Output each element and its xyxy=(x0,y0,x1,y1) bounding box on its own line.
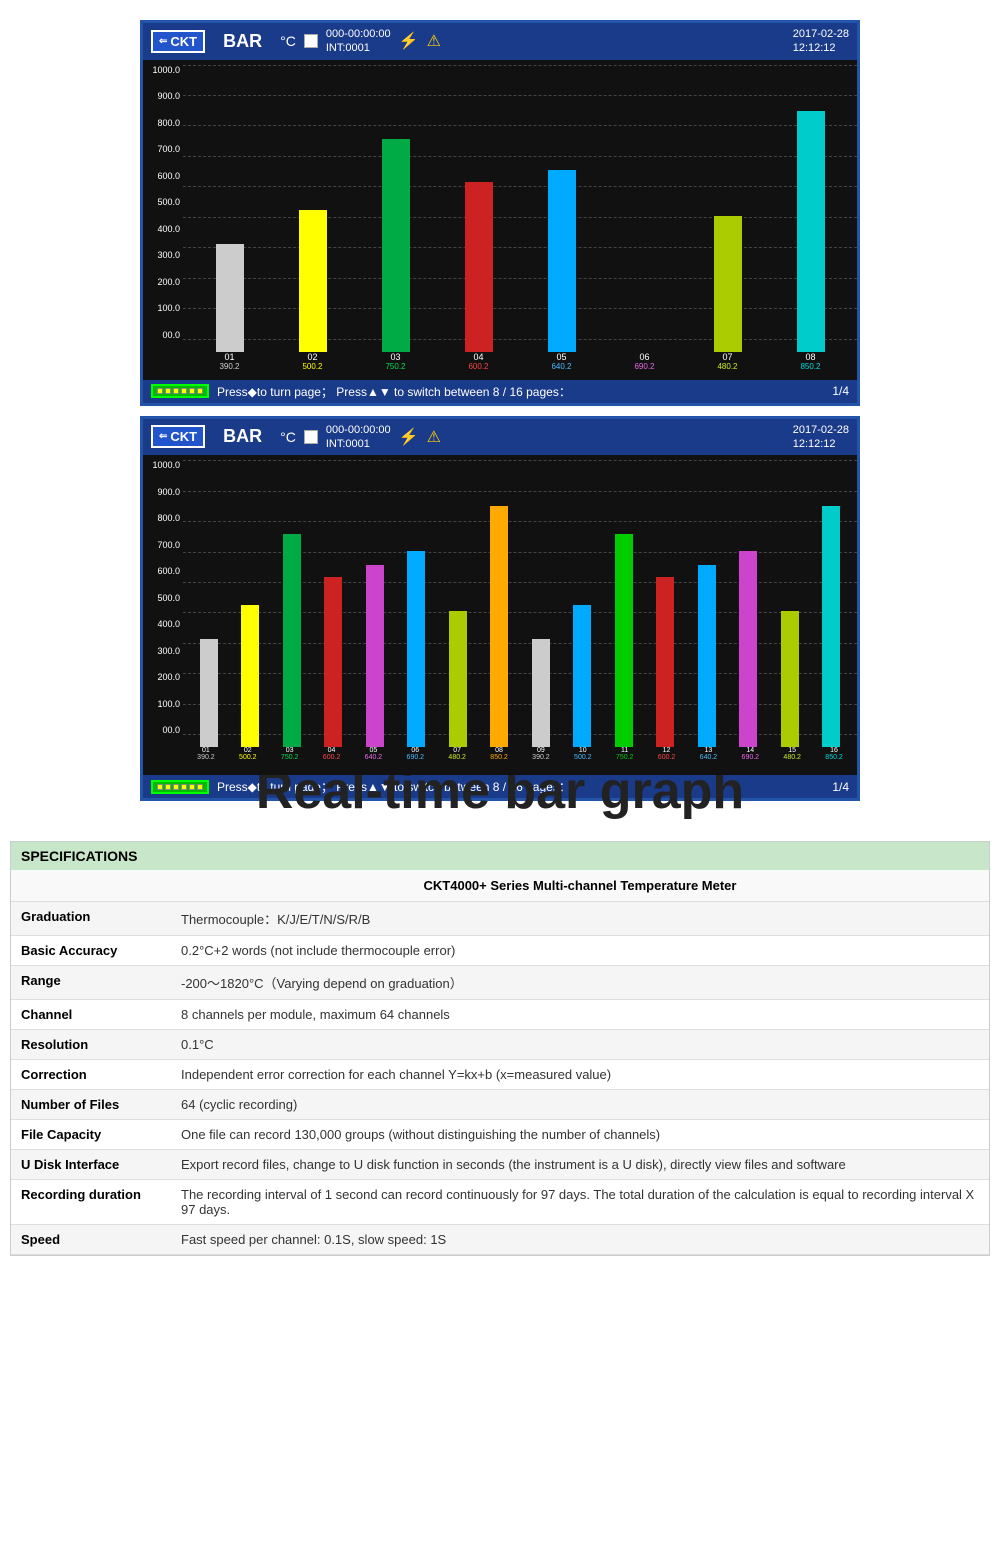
spec-label-0: Graduation xyxy=(11,902,171,936)
chart2-body: 1000.0 900.0 800.0 700.0 600.0 500.0 400… xyxy=(143,455,857,775)
chart2-mode: BAR xyxy=(223,426,262,447)
chart1-mode: BAR xyxy=(223,31,262,52)
chart2-page: 1/4 xyxy=(832,780,849,794)
ckt-arrow-left-2: ⇐ xyxy=(159,431,167,442)
chart1-box: ⇐ CKT BAR °C 000-00:00:00 INT:0001 ⚡ ⚠ 2… xyxy=(140,20,860,406)
bar-5 xyxy=(548,170,576,352)
spec-label-4: Resolution xyxy=(11,1030,171,1060)
ckt-logo-1: ⇐ CKT xyxy=(151,30,205,53)
chart2-bar-labels: 01390.2 02500.2 03750.2 04600.2 05640.2 … xyxy=(183,747,857,775)
warn-icon-1: ⚠ xyxy=(427,31,441,51)
ckt-arrow-left: ⇐ xyxy=(159,36,167,47)
bar-group-1 xyxy=(216,65,244,352)
bar-2 xyxy=(299,210,327,352)
bar-group-3 xyxy=(382,65,410,352)
bar-group-2 xyxy=(299,65,327,352)
spec-value-2: -200～1820°C（Varying depend on graduation… xyxy=(171,966,989,1000)
bar-3 xyxy=(382,139,410,352)
spec-value-9: The recording interval of 1 second can r… xyxy=(171,1180,989,1225)
chart2-y-axis: 1000.0 900.0 800.0 700.0 600.0 500.0 400… xyxy=(143,460,183,735)
spec-value-7: One file can record 130,000 groups (with… xyxy=(171,1120,989,1150)
chart1-header: ⇐ CKT BAR °C 000-00:00:00 INT:0001 ⚡ ⚠ 2… xyxy=(143,23,857,60)
usb-icon-2: ⚡ xyxy=(399,427,419,447)
usb-icon-1: ⚡ xyxy=(399,31,419,51)
chart2-date: 2017-02-28 12:12:12 xyxy=(793,423,849,452)
chart1-date: 2017-02-28 12:12:12 xyxy=(793,27,849,56)
chart2-unit: °C xyxy=(280,429,296,445)
chart1-page: 1/4 xyxy=(832,384,849,398)
spec-value-10: Fast speed per channel: 0.1S, slow speed… xyxy=(171,1225,989,1255)
bar-group-6 xyxy=(631,65,659,352)
specs-column-title: CKT4000+ Series Multi-channel Temperatur… xyxy=(171,870,989,902)
warn-icon-2: ⚠ xyxy=(427,427,441,447)
chart1-square xyxy=(304,34,318,48)
chart2-bars xyxy=(183,460,857,747)
page-wrapper: ⇐ CKT BAR °C 000-00:00:00 INT:0001 ⚡ ⚠ 2… xyxy=(0,0,1000,1266)
chart2-header: ⇐ CKT BAR °C 000-00:00:00 INT:0001 ⚡ ⚠ 2… xyxy=(143,419,857,456)
specs-header: SPECIFICATIONS xyxy=(11,842,989,870)
ckt-brand-2: CKT xyxy=(170,429,197,444)
spec-label-6: Number of Files xyxy=(11,1090,171,1120)
spec-value-5: Independent error correction for each ch… xyxy=(171,1060,989,1090)
spec-label-1: Basic Accuracy xyxy=(11,936,171,966)
bar-group-7 xyxy=(714,65,742,352)
bar-8 xyxy=(797,111,825,352)
spec-value-1: 0.2°C+2 words (not include thermocouple … xyxy=(171,936,989,966)
ckt-logo-2: ⇐ CKT xyxy=(151,425,205,448)
chart2-container: ⇐ CKT BAR °C 000-00:00:00 INT:0001 ⚡ ⚠ 2… xyxy=(140,416,860,802)
spec-label-3: Channel xyxy=(11,1000,171,1030)
bar-1 xyxy=(216,244,244,352)
spec-label-2: Range xyxy=(11,966,171,1000)
ckt-brand: CKT xyxy=(170,34,197,49)
spec-value-4: 0.1°C xyxy=(171,1030,989,1060)
chart2-time: 000-00:00:00 INT:0001 xyxy=(326,423,391,452)
chart1-footer-text: Press◆to turn page； Press▲▼ to switch be… xyxy=(217,383,571,400)
bar-group-4 xyxy=(465,65,493,352)
chart1-time: 000-00:00:00 INT:0001 xyxy=(326,27,391,56)
spec-label-5: Correction xyxy=(11,1060,171,1090)
grid-btn-2[interactable] xyxy=(151,780,209,794)
spec-label-10: Speed xyxy=(11,1225,171,1255)
chart1-y-axis: 1000.0 900.0 800.0 700.0 600.0 500.0 400… xyxy=(143,65,183,340)
specs-section: SPECIFICATIONS CKT4000+ Series Multi-cha… xyxy=(10,841,990,1256)
spec-value-8: Export record files, change to U disk fu… xyxy=(171,1150,989,1180)
chart1-container: ⇐ CKT BAR °C 000-00:00:00 INT:0001 ⚡ ⚠ 2… xyxy=(140,20,860,406)
chart1-footer: Press◆to turn page； Press▲▼ to switch be… xyxy=(143,380,857,403)
chart1-body: 1000.0 900.0 800.0 700.0 600.0 500.0 400… xyxy=(143,60,857,380)
spec-value-6: 64 (cyclic recording) xyxy=(171,1090,989,1120)
spec-label-9: Recording duration xyxy=(11,1180,171,1225)
chart2-box: ⇐ CKT BAR °C 000-00:00:00 INT:0001 ⚡ ⚠ 2… xyxy=(140,416,860,802)
bar-group-8 xyxy=(797,65,825,352)
grid-btn-1[interactable] xyxy=(151,384,209,398)
bar-7 xyxy=(714,216,742,352)
spec-label-7: File Capacity xyxy=(11,1120,171,1150)
chart1-bar-labels: 01 390.2 02 500.2 03 750.2 04 600.2 xyxy=(183,352,857,380)
chart2-square xyxy=(304,430,318,444)
bar-group-5 xyxy=(548,65,576,352)
chart1-unit: °C xyxy=(280,33,296,49)
spec-value-0: Thermocouple：K/J/E/T/N/S/R/B xyxy=(171,902,989,936)
specs-table: CKT4000+ Series Multi-channel Temperatur… xyxy=(11,870,989,1255)
spec-label-8: U Disk Interface xyxy=(11,1150,171,1180)
chart1-bars xyxy=(183,65,857,352)
spec-value-3: 8 channels per module, maximum 64 channe… xyxy=(171,1000,989,1030)
bar-4 xyxy=(465,182,493,352)
